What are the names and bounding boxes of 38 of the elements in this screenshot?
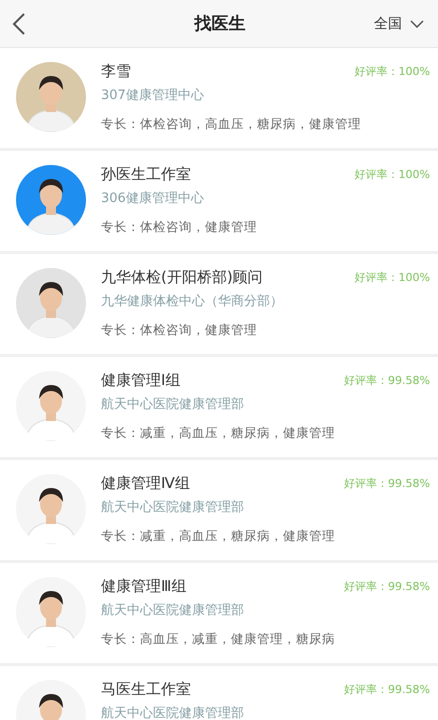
specialty-text: 专长：减重，高血压，糖尿病，健康管理 xyxy=(101,528,336,545)
doctor-card[interactable]: 健康管理Ⅳ组 好评率：99.58% 航天中心医院健康管理部 专长：减重，高血压，糖尿病，健康管理 xyxy=(0,460,438,560)
hospital-name: 307健康管理中心 xyxy=(101,87,205,104)
hospital-name: 九华健康体检中心（华商分部） xyxy=(101,293,284,310)
chevron-down-icon xyxy=(410,20,424,28)
rating-text: 好评率：100% xyxy=(354,64,430,79)
rating-text: 好评率：99.58% xyxy=(344,476,430,491)
doctor-name: 孙医生工作室 xyxy=(101,165,191,184)
doctor-name: 健康管理Ⅳ组 xyxy=(101,474,190,493)
doctor-card[interactable]: 马医生工作室 好评率：99.58% 航天中心医院健康管理部 xyxy=(0,666,438,720)
doctor-card[interactable]: 李雪 好评率：100% 307健康管理中心 专长：体检咨询，高血压，糖尿病，健康管理 xyxy=(0,48,438,148)
doctor-name: 李雪 xyxy=(101,62,131,81)
doctor-name: 健康管理Ⅰ组 xyxy=(101,371,180,390)
doctor-card[interactable]: 健康管理Ⅰ组 好评率：99.58% 航天中心医院健康管理部 专长：减重，高血压，糖尿病，健康管理 xyxy=(0,357,438,457)
rating-text: 好评率：99.58% xyxy=(344,579,430,594)
rating-text: 好评率：100% xyxy=(354,167,430,182)
specialty-text: 专长：体检咨询，健康管理 xyxy=(101,219,258,236)
rating-text: 好评率：99.58% xyxy=(344,373,430,388)
doctor-name: 健康管理Ⅲ组 xyxy=(101,577,186,596)
page-title: 找医生 xyxy=(194,13,246,35)
specialty-text: 专长：高血压，减重，健康管理，糖尿病 xyxy=(101,631,336,648)
rating-text: 好评率：99.58% xyxy=(344,682,430,697)
specialty-text: 专长：体检咨询，高血压，糖尿病，健康管理 xyxy=(101,116,362,133)
doctor-card[interactable]: 孙医生工作室 好评率：100% 306健康管理中心 专长：体检咨询，健康管理 xyxy=(0,151,438,251)
region-dropdown[interactable]: 全国 xyxy=(374,14,424,32)
doctor-card[interactable]: 九华体检(开阳桥部)顾问 好评率：100% 九华健康体检中心（华商分部） 专长：体检咨询，健康管理 xyxy=(0,254,438,354)
hospital-name: 航天中心医院健康管理部 xyxy=(101,499,245,516)
specialty-text: 专长：减重，高血压，糖尿病，健康管理 xyxy=(101,425,336,442)
specialty-text: 专长：体检咨询，健康管理 xyxy=(101,322,258,339)
rating-text: 好评率：100% xyxy=(354,270,430,285)
doctor-name: 马医生工作室 xyxy=(101,680,191,699)
hospital-name: 306健康管理中心 xyxy=(101,190,205,207)
doctor-name: 九华体检(开阳桥部)顾问 xyxy=(101,268,263,287)
hospital-name: 航天中心医院健康管理部 xyxy=(101,396,245,413)
hospital-name: 航天中心医院健康管理部 xyxy=(101,705,245,720)
doctor-card[interactable]: 健康管理Ⅲ组 好评率：99.58% 航天中心医院健康管理部 专长：高血压，减重，健康管理，糖尿病 xyxy=(0,563,438,663)
back-icon[interactable] xyxy=(12,12,26,34)
hospital-name: 航天中心医院健康管理部 xyxy=(101,602,245,619)
